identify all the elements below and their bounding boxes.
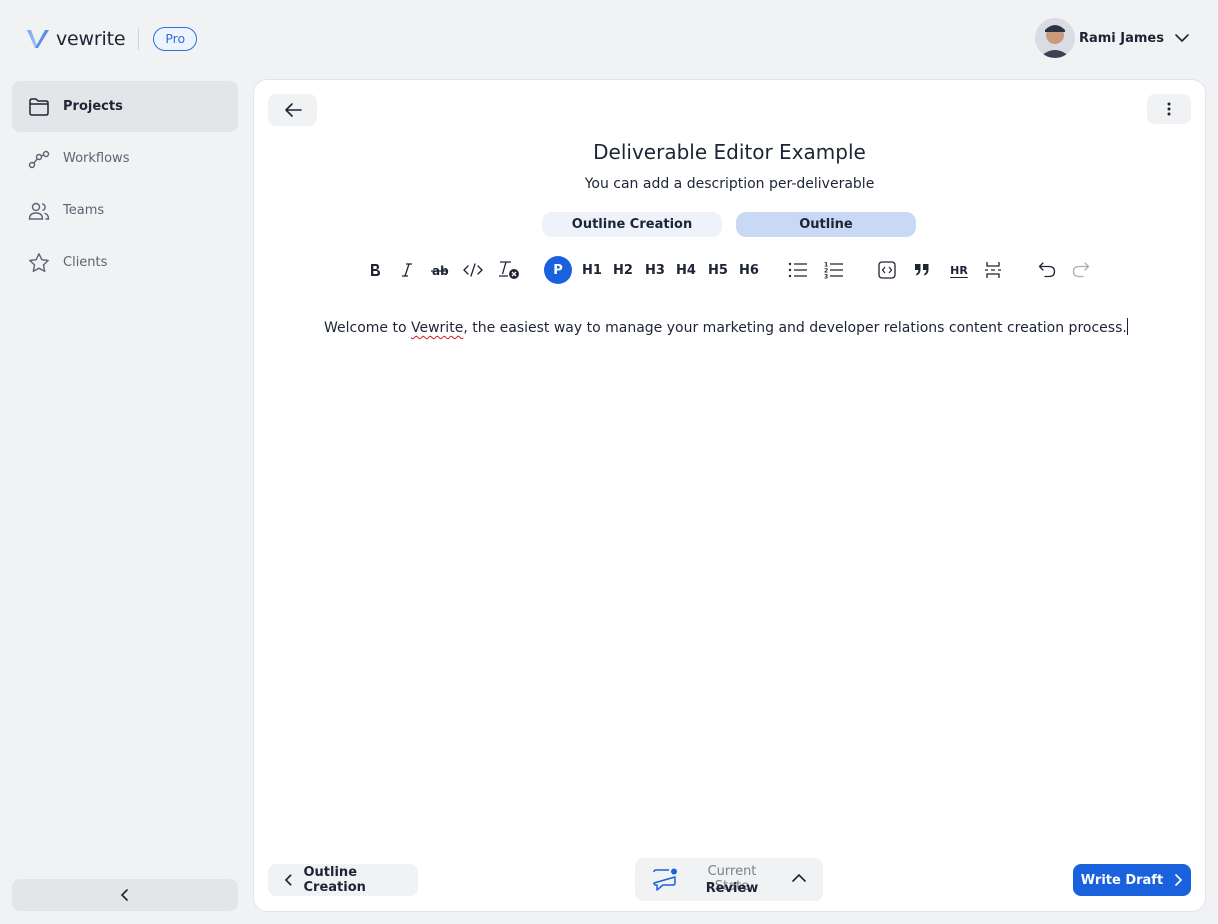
italic-button[interactable] [398,256,416,284]
horizontal-rule-button[interactable]: HR [947,256,971,284]
write-draft-button[interactable]: Write Draft [1073,864,1191,896]
user-menu[interactable]: Rami James [1034,18,1190,58]
undo-icon [1038,262,1056,278]
code-block-icon [878,261,896,279]
sidebar-item-workflows[interactable]: Workflows [12,133,238,184]
code-icon [463,263,483,277]
redo-icon [1072,262,1090,278]
folder-icon [29,97,49,116]
misspelled-word: Vewrite [411,320,464,336]
chevron-down-icon[interactable] [1174,30,1190,46]
ordered-list-button[interactable]: 1 2 3 [823,256,845,284]
user-name: Rami James [1078,30,1164,46]
paragraph-button[interactable]: P [544,256,572,284]
editor-content[interactable]: Welcome to Vewrite, the easiest way to m… [324,318,1128,336]
previous-state-button[interactable]: Outline Creation [268,864,418,896]
editor-text: , the easiest way to manage your marketi… [463,320,1127,336]
bullet-list-button[interactable] [787,256,809,284]
strikethrough-button[interactable]: ab [428,256,452,284]
chevron-right-icon [1175,874,1183,886]
deliverable-title: Deliverable Editor Example [593,140,866,164]
tab-outline[interactable]: Outline [736,212,916,237]
sidebar-item-label: Teams [63,203,105,218]
chevron-left-icon [284,874,292,886]
sidebar-item-label: Projects [63,99,123,114]
avatar [1034,18,1075,58]
bullet-list-icon [788,262,807,278]
app-logo[interactable]: vewrite Pro [26,27,198,51]
current-state-value: Review [705,881,759,896]
sidebar-item-label: Workflows [63,151,130,166]
code-block-button[interactable] [876,256,898,284]
chat-notification-icon [653,868,677,891]
ordered-list-icon: 1 2 3 [824,262,843,280]
current-state-panel[interactable]: Current State Review [635,858,823,901]
heading-6-button[interactable]: H6 [737,256,761,284]
heading-3-button[interactable]: H3 [643,256,667,284]
page-break-icon [985,262,1001,278]
heading-5-button[interactable]: H5 [706,256,730,284]
svg-text:3: 3 [824,274,828,280]
sidebar-item-teams[interactable]: Teams [12,185,238,236]
previous-state-label: Outline Creation [303,865,366,895]
logo-divider [138,28,140,50]
quote-icon [915,264,929,276]
vewrite-logo-icon [27,30,49,48]
sidebar-item-clients[interactable]: Clients [12,237,238,288]
arrow-left-icon [284,103,302,117]
chevron-up-icon[interactable] [791,872,807,884]
horizontal-rule-label: HR [950,263,968,277]
workflow-icon [28,150,50,168]
back-button[interactable] [268,94,317,126]
undo-button[interactable] [1036,256,1058,284]
deliverable-panel: Deliverable Editor Example You can add a… [253,79,1206,912]
sidebar-item-label: Clients [63,255,108,270]
bold-icon [371,264,380,276]
clear-formatting-button[interactable] [496,256,522,284]
next-state-label: Write Draft [1080,872,1164,888]
code-button[interactable] [461,256,485,284]
editor-text: Welcome to [324,320,411,336]
heading-4-button[interactable]: H4 [674,256,698,284]
italic-icon [402,263,412,277]
chevron-left-icon [120,889,128,901]
sidebar-nav: Projects Workflows Teams Clients [12,81,238,289]
blockquote-button[interactable] [911,256,933,284]
clear-format-icon [499,261,519,279]
tab-outline-creation[interactable]: Outline Creation [542,212,722,237]
bold-button[interactable] [366,256,384,284]
app-name: vewrite [56,28,126,50]
workflow-tabs: Outline Creation Outline [542,212,916,237]
more-options-button[interactable] [1147,94,1191,124]
sidebar-item-projects[interactable]: Projects [12,81,238,132]
page-break-button[interactable] [982,256,1004,284]
redo-button[interactable] [1070,256,1092,284]
heading-1-button[interactable]: H1 [580,256,604,284]
plan-badge: Pro [153,27,198,51]
more-vertical-icon [1167,102,1171,116]
collapse-sidebar-button[interactable] [12,879,238,911]
deliverable-description: You can add a description per-deliverabl… [584,176,875,192]
users-icon [28,202,50,220]
strikethrough-icon: ab [431,264,449,277]
text-caret [1126,318,1128,335]
heading-2-button[interactable]: H2 [611,256,635,284]
star-icon [29,252,49,272]
